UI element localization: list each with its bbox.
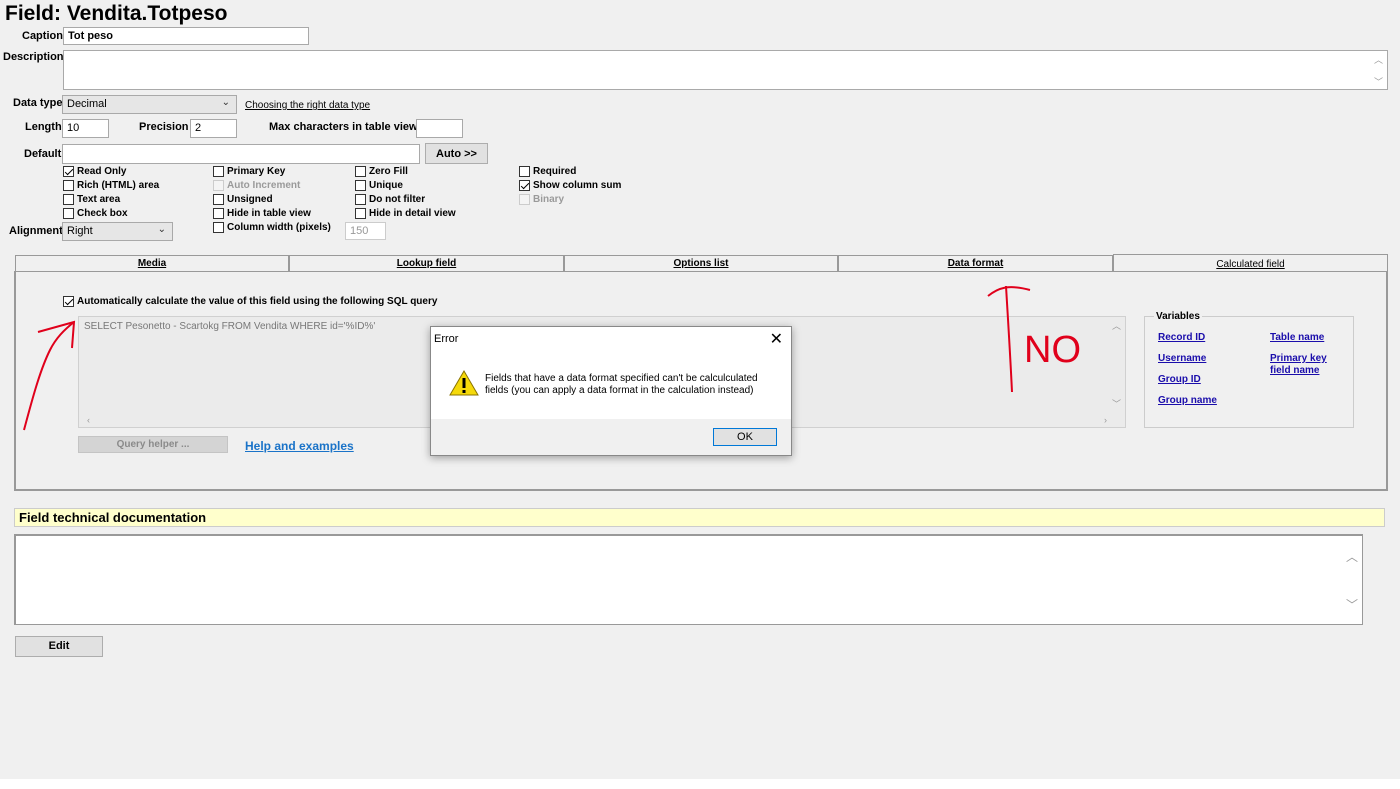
annotation-arrowhead-right xyxy=(987,286,1031,297)
annotation-arrow-left xyxy=(23,321,75,431)
doc-header: Field technical documentation xyxy=(14,508,1385,527)
dialog-footer: OK xyxy=(431,419,791,455)
edit-button[interactable]: Edit xyxy=(15,636,103,657)
ok-button[interactable]: OK xyxy=(713,428,777,446)
annotation-text: NO xyxy=(1024,329,1081,371)
dialog-message-line-2: fields (you can apply a data format in t… xyxy=(485,385,754,396)
annotation-arrow-right xyxy=(1005,285,1013,393)
scroll-down-icon[interactable]: ﹀ xyxy=(1346,596,1358,613)
dialog-message-line-1: Fields that have a data format specified… xyxy=(485,373,758,384)
dialog-title: Error xyxy=(434,333,459,345)
error-dialog: Error ✕ Fields that have a data format s… xyxy=(430,326,792,456)
horizontal-scrollbar[interactable] xyxy=(0,779,1400,789)
doc-textarea[interactable]: ︿ ﹀ xyxy=(14,534,1363,625)
dialog-message: Fields that have a data format specified… xyxy=(485,373,758,397)
close-icon[interactable]: ✕ xyxy=(770,329,783,349)
warning-icon xyxy=(449,370,479,396)
scroll-up-icon[interactable]: ︿ xyxy=(1346,548,1358,565)
